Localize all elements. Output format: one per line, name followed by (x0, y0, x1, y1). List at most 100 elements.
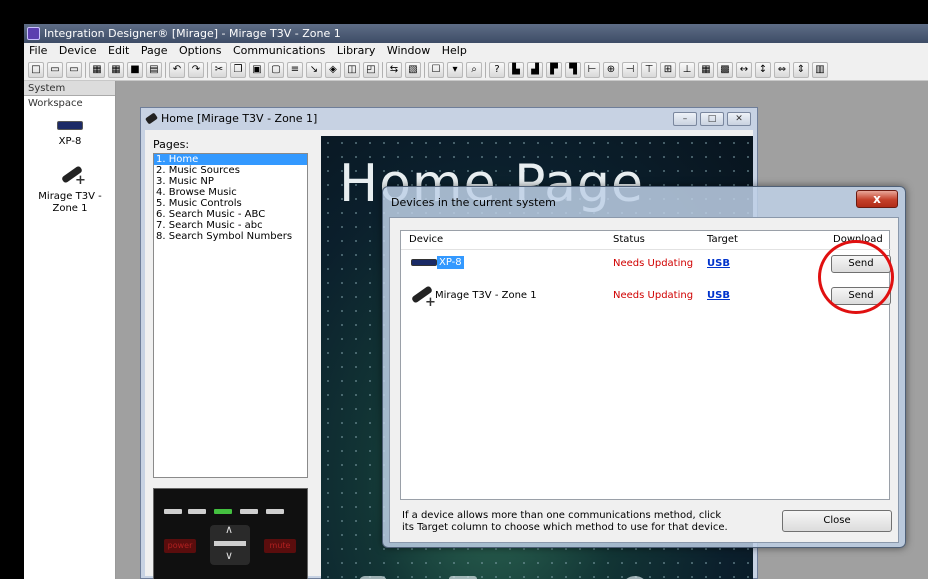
column-target[interactable]: Target (707, 231, 738, 249)
spacing-icon[interactable]: ↔ (736, 61, 752, 78)
controller-icon (57, 121, 83, 130)
align-icon[interactable]: ▟ (527, 61, 543, 78)
grid-alt-icon[interactable]: ▩ (717, 61, 733, 78)
align-right-icon[interactable]: ⊣ (622, 61, 638, 78)
tool-icon[interactable]: ↘ (306, 61, 322, 78)
library-icon[interactable]: ▦ (89, 61, 105, 78)
device-target-link[interactable]: USB (707, 290, 730, 302)
align-bottom-icon[interactable]: ⊥ (679, 61, 695, 78)
pages-label: Pages: (153, 138, 190, 151)
page-item[interactable]: 7. Search Music - abc (154, 220, 307, 231)
close-button[interactable]: Close (782, 510, 892, 532)
devices-dialog-body: Device Status Target Download XP-8 Needs… (389, 217, 899, 543)
menu-communications[interactable]: Communications (233, 44, 325, 57)
toolbar-separator (424, 61, 425, 78)
spacing-icon[interactable]: ⇕ (793, 61, 809, 78)
device-target-link[interactable]: USB (707, 258, 730, 270)
tool-icon[interactable]: ▥ (812, 61, 828, 78)
device-status: Needs Updating (613, 290, 694, 301)
down-arrow-icon: ∨ (225, 549, 234, 562)
page-item[interactable]: 3. Music NP (154, 176, 307, 187)
maximize-icon[interactable]: □ (700, 112, 724, 126)
led-indicator-active (214, 509, 232, 514)
menu-window[interactable]: Window (387, 44, 430, 57)
workspace-item-xp8[interactable]: XP-8 (24, 121, 116, 148)
tool-icon[interactable]: ◰ (363, 61, 379, 78)
page-item[interactable]: 5. Music Controls (154, 198, 307, 209)
redo-icon[interactable]: ↷ (188, 61, 204, 78)
devices-table: Device Status Target Download XP-8 Needs… (400, 230, 891, 500)
cut-icon[interactable]: ✂ (211, 61, 227, 78)
minimize-icon[interactable]: – (673, 112, 697, 126)
led-indicator (266, 509, 284, 514)
remote-thumbnail: power ∧ ∨ mute (153, 488, 308, 579)
align-icon[interactable]: ▜ (565, 61, 581, 78)
help-pointer-icon[interactable]: ? (489, 61, 505, 78)
send-button[interactable]: Send (831, 255, 891, 273)
tool-icon[interactable]: ◈ (325, 61, 341, 78)
table-row[interactable]: + Mirage T3V - Zone 1 Needs Updating USB… (401, 283, 891, 313)
column-device[interactable]: Device (409, 231, 443, 249)
toolbar-separator (85, 61, 86, 78)
align-left-icon[interactable]: ⊢ (584, 61, 600, 78)
paste-icon[interactable]: ▣ (249, 61, 265, 78)
dropdown-icon[interactable]: ▾ (447, 61, 463, 78)
up-arrow-icon: ∧ (225, 523, 234, 536)
dialog-close-icon[interactable]: x (856, 190, 898, 208)
library-alt-icon[interactable]: ▦ (108, 61, 124, 78)
mute-thumb-button: mute (264, 539, 296, 553)
spacing-icon[interactable]: ⇔ (774, 61, 790, 78)
align-top-icon[interactable]: ⊤ (641, 61, 657, 78)
align-middle-icon[interactable]: ⊞ (660, 61, 676, 78)
menu-library[interactable]: Library (337, 44, 375, 57)
page-item[interactable]: 6. Search Music - ABC (154, 209, 307, 220)
page-item[interactable]: 8. Search Symbol Numbers (154, 231, 307, 242)
tool-icon[interactable]: ▧ (405, 61, 421, 78)
column-status[interactable]: Status (613, 231, 645, 249)
zoom-icon[interactable]: ⌕ (466, 61, 482, 78)
grid-icon[interactable]: ▦ (698, 61, 714, 78)
menu-device[interactable]: Device (59, 44, 97, 57)
device-name: XP-8 (437, 256, 464, 269)
align-icon[interactable]: ▛ (546, 61, 562, 78)
app-titlebar: Integration Designer® [Mirage] - Mirage … (24, 24, 928, 43)
window-controls: – □ ✕ (673, 112, 751, 126)
devices-dialog-title: Devices in the current system (391, 196, 556, 209)
power-thumb-button: power (164, 539, 196, 553)
menu-file[interactable]: File (29, 44, 47, 57)
menu-bar: File Device Edit Page Options Communicat… (24, 43, 928, 59)
save-icon[interactable]: ■ (127, 61, 143, 78)
select-box-icon[interactable]: ☐ (428, 61, 444, 78)
pages-list[interactable]: 1. Home 2. Music Sources 3. Music NP 4. … (153, 153, 308, 478)
table-row[interactable]: XP-8 Needs Updating USB Send (401, 251, 891, 281)
system-workspace-title: System Workspace (24, 81, 115, 109)
toolbar: □ ▭ ▭ ▦ ▦ ■ ▤ ↶ ↷ ✂ ❐ ▣ ▢ ≡ ↘ ◈ ◫ ◰ ⇆ ▧ … (24, 59, 928, 81)
print-icon[interactable]: ▤ (146, 61, 162, 78)
tool-icon[interactable]: ◫ (344, 61, 360, 78)
align-center-icon[interactable]: ⊕ (603, 61, 619, 78)
tool-icon[interactable]: ≡ (287, 61, 303, 78)
new-file-icon[interactable]: □ (28, 61, 44, 78)
page-item[interactable]: 2. Music Sources (154, 165, 307, 176)
menu-help[interactable]: Help (442, 44, 467, 57)
transfer-icon[interactable]: ⇆ (386, 61, 402, 78)
menu-page[interactable]: Page (141, 44, 168, 57)
close-icon[interactable]: ✕ (727, 112, 751, 126)
undo-icon[interactable]: ↶ (169, 61, 185, 78)
new-page-icon[interactable]: ▢ (268, 61, 284, 78)
page-item[interactable]: 4. Browse Music (154, 187, 307, 198)
toolbar-separator (165, 61, 166, 78)
workspace-item-mirage[interactable]: + Mirage T3V - Zone 1 (24, 165, 116, 215)
menu-edit[interactable]: Edit (108, 44, 129, 57)
column-download[interactable]: Download (833, 231, 883, 249)
page-item[interactable]: 1. Home (154, 154, 307, 165)
home-window-titlebar: Home [Mirage T3V - Zone 1] – □ ✕ (141, 108, 757, 130)
copy-icon[interactable]: ❐ (230, 61, 246, 78)
open-folder-alt-icon[interactable]: ▭ (66, 61, 82, 78)
send-button[interactable]: Send (831, 287, 891, 305)
align-icon[interactable]: ▙ (508, 61, 524, 78)
spacing-icon[interactable]: ↕ (755, 61, 771, 78)
open-folder-icon[interactable]: ▭ (47, 61, 63, 78)
menu-options[interactable]: Options (179, 44, 221, 57)
remote-icon: + (57, 165, 86, 187)
